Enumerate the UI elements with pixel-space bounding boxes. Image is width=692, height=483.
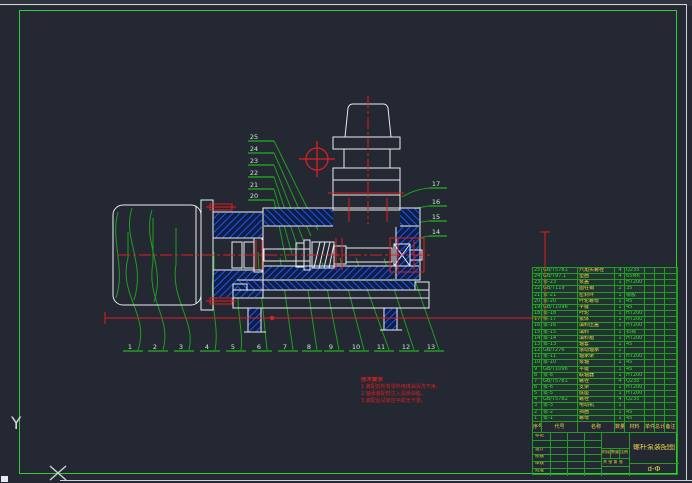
callout-label: 9 [329,343,333,351]
callout-label: 6 [257,343,261,351]
callout-label: 25 [250,133,258,141]
bom-table: 25 GB/T5781 六角头螺栓 4 Q235 24 GB/T97.1 垫圈 … [532,267,679,476]
tb-stage-label: 阶段标记 [602,450,610,454]
callout-label: 3 [179,343,183,351]
tb-design-label: 设计 [535,448,544,452]
ucs-markers: Y [1,414,67,482]
origin-box [1,476,8,482]
callout-label: 24 [250,145,258,153]
tb-sheet-label: 共 张 第 张 [603,460,623,464]
tb-check-label: 校核 [535,455,544,459]
callout-label: 4 [205,343,209,351]
callout-label: 14 [432,228,440,236]
tb-scale-label: 比例 [620,450,628,454]
callout-label: 13 [427,343,435,351]
ucs-y-label: Y [10,414,22,434]
bom-rows: 25 GB/T5781 六角头螺栓 4 Q235 24 GB/T97.1 垫圈 … [533,268,677,422]
tb-mark-label: 标记 [535,434,544,438]
tb-approve-label: 批准 [535,469,544,473]
cad-viewport[interactable]: 1 2 3 4 5 6 7 8 9 10 11 12 13 25 24 23 2… [0,0,692,483]
drawing-number: d-Ф [647,466,661,473]
callout-label: 22 [250,169,258,177]
callout-label: 8 [307,343,311,351]
technical-requirements: 技术要求 1.装配前所有零件用煤油清洗干净。 2.轴承装配时注入润滑油脂。 3.… [361,377,441,405]
tech-line: 3.装配后试转应平稳无卡滞。 [361,398,426,404]
callout-label: 5 [231,343,235,351]
callout-label: 21 [250,181,258,189]
drawing-title: 螺杆泵装配图 [633,444,675,451]
callout-label: 10 [352,343,360,351]
callout-label: 16 [432,198,440,206]
callout-label: 15 [432,213,440,221]
bom-header-row: 序号 代号 名称 数量 材料 单件 总计 备注 [533,422,677,433]
bom-row: 1 泵-1 螺母 1 45 [533,415,677,422]
tb-qty-label: 数量 [611,450,619,454]
callout-label: 23 [250,157,258,165]
tb-review-label: 审核 [535,462,544,466]
callout-label: 12 [402,343,410,351]
callout-label: 1 [128,343,132,351]
callout-label: 17 [432,180,440,188]
tech-line: 2.轴承装配时注入润滑油脂。 [361,391,426,397]
callout-label: 7 [283,343,287,351]
callout-label: 11 [377,343,385,351]
callout-label: 2 [153,343,157,351]
discharge-valve [332,103,401,211]
tech-title: 技术要求 [361,377,384,383]
tech-line: 1.装配前所有零件用煤油清洗干净。 [361,384,441,390]
callout-label: 20 [250,192,258,200]
section-symbol [299,141,335,177]
